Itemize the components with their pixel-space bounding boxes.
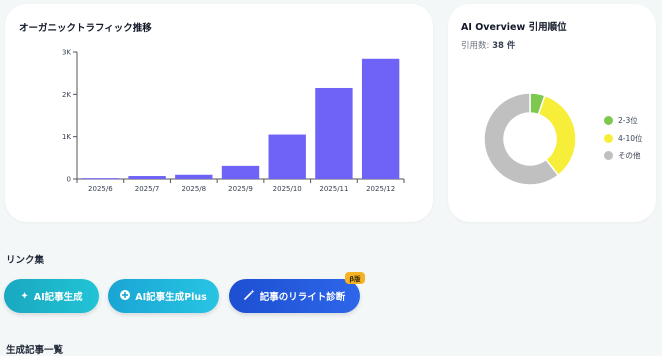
traffic-card: オーガニックトラフィック推移 0 1K 2K 3K 2025/6 2025/7 2025/8… bbox=[5, 4, 433, 222]
legend-label: 4-10位 bbox=[618, 133, 643, 143]
bar bbox=[175, 174, 213, 179]
bar bbox=[81, 178, 120, 180]
bar bbox=[361, 58, 400, 180]
y-tick-label: 3K bbox=[62, 49, 71, 57]
bar bbox=[315, 87, 353, 179]
rewrite-diagnosis-button-label: 記事のリライト診断 bbox=[259, 292, 346, 303]
legend-swatch bbox=[604, 151, 613, 161]
x-tick-label: 2025/11 bbox=[319, 185, 348, 193]
articles-section-title: 生成記事一覧 bbox=[6, 345, 64, 356]
legend-item: その他 bbox=[604, 147, 643, 165]
ai-article-plus-button[interactable]: AI記事生成Plus bbox=[108, 279, 219, 313]
x-tick-label: 2025/6 bbox=[88, 185, 113, 193]
x-tick-label: 2025/7 bbox=[135, 185, 160, 193]
ai-article-button-label: AI記事生成 bbox=[33, 292, 83, 303]
magic-wand-icon bbox=[243, 289, 255, 303]
legend-swatch bbox=[604, 116, 613, 126]
y-tick-label: 2K bbox=[62, 91, 71, 99]
traffic-bar-chart: 0 1K 2K 3K 2025/6 2025/7 2025/8 2025/9 2025/10 20… bbox=[62, 49, 405, 193]
x-tick-label: 2025/9 bbox=[228, 185, 253, 193]
bar bbox=[128, 176, 166, 179]
legend-swatch bbox=[604, 133, 613, 143]
legend-label: その他 bbox=[618, 151, 641, 161]
rewrite-diagnosis-button[interactable]: 記事のリライト診断 bbox=[229, 279, 360, 313]
x-tick-label: 2025/12 bbox=[366, 185, 395, 193]
y-tick-label: 0 bbox=[67, 176, 71, 184]
legend-item: 2-3位 bbox=[604, 112, 643, 130]
x-tick-label: 2025/10 bbox=[273, 185, 302, 193]
ai-article-plus-button-label: AI記事生成Plus bbox=[135, 292, 207, 303]
legend-label: 2-3位 bbox=[618, 116, 638, 126]
bar bbox=[268, 134, 306, 179]
citation-card: AI Overview 引用順位 引用数: 38 件 2-3位 4-10位 その他 bbox=[448, 4, 656, 222]
sparkle-icon: ✦ bbox=[20, 290, 29, 302]
y-tick-label: 1K bbox=[62, 133, 71, 141]
legend-item: 4-10位 bbox=[604, 130, 643, 148]
bar bbox=[221, 165, 260, 179]
links-section-title: リンク集 bbox=[6, 255, 45, 266]
ai-article-button[interactable]: ✦ AI記事生成 bbox=[4, 279, 99, 313]
plus-circle-icon bbox=[120, 289, 131, 303]
donut-legend: 2-3位 4-10位その他 bbox=[604, 112, 643, 165]
beta-badge: β版 bbox=[345, 272, 365, 284]
x-tick-label: 2025/8 bbox=[181, 185, 206, 193]
